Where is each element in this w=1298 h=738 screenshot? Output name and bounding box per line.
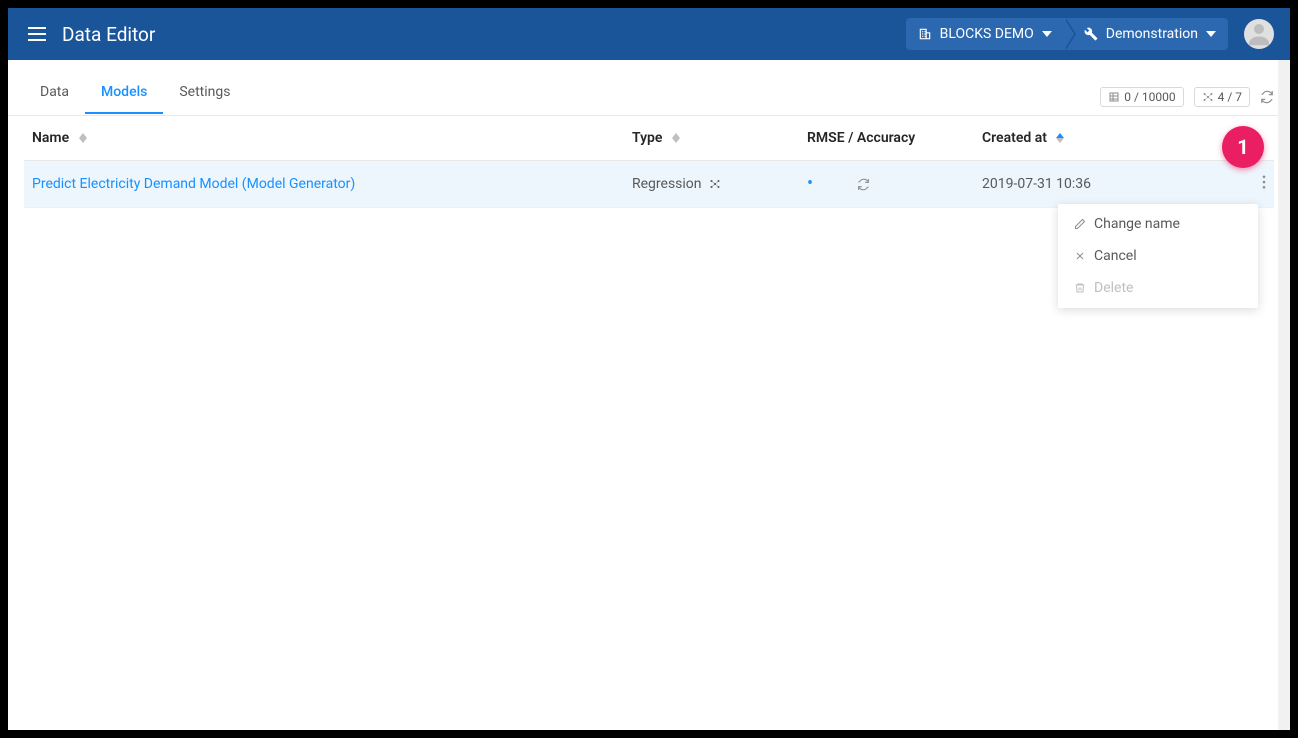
tab-models[interactable]: Models — [85, 84, 163, 114]
app-title: Data Editor — [62, 23, 155, 46]
top-header: Data Editor BLOCKS DEMO Demonstration — [8, 8, 1290, 60]
refresh-icon — [857, 178, 870, 191]
cell-created-at: 2019-07-31 10:36 — [974, 161, 1224, 208]
wrench-icon — [1084, 27, 1098, 41]
close-icon — [1074, 250, 1086, 262]
model-link[interactable]: Predict Electricity Demand Model (Model … — [32, 176, 355, 192]
network-icon — [709, 178, 721, 190]
refresh-icon — [1260, 90, 1274, 104]
caret-down-icon — [1206, 31, 1216, 37]
breadcrumb-subproject-label: Demonstration — [1106, 26, 1198, 42]
cell-actions — [1224, 161, 1274, 208]
breadcrumb-subproject[interactable]: Demonstration — [1064, 18, 1228, 50]
col-name[interactable]: Name — [24, 116, 624, 161]
edit-icon — [1074, 218, 1086, 230]
col-type[interactable]: Type — [624, 116, 799, 161]
trash-icon — [1074, 282, 1086, 294]
table-icon — [1108, 91, 1120, 103]
menu-cancel[interactable]: Cancel — [1058, 240, 1258, 272]
row-menu-button[interactable] — [1232, 175, 1266, 189]
breadcrumb-project-label: BLOCKS DEMO — [940, 26, 1034, 42]
menu-icon[interactable] — [24, 23, 50, 45]
tab-data[interactable]: Data — [24, 84, 85, 114]
network-icon — [1202, 91, 1214, 103]
vertical-scrollbar[interactable] — [1278, 60, 1290, 730]
refresh-button[interactable] — [1260, 90, 1274, 104]
breadcrumb-project[interactable]: BLOCKS DEMO — [906, 18, 1064, 50]
tab-settings[interactable]: Settings — [163, 84, 246, 114]
stat-model-count: 4 / 7 — [1194, 87, 1250, 107]
models-table: Name Type RMSE / Acc — [8, 116, 1290, 208]
cell-type: Regression — [624, 161, 799, 208]
annotation-badge: 1 — [1222, 126, 1264, 168]
col-rmse: RMSE / Accuracy — [799, 116, 974, 161]
col-created-at[interactable]: Created at — [974, 116, 1224, 161]
stat-data-count: 0 / 10000 — [1100, 87, 1183, 107]
tabs: Data Models Settings — [24, 84, 246, 114]
sort-icon — [79, 133, 87, 143]
avatar[interactable] — [1244, 19, 1274, 49]
more-vertical-icon — [1262, 175, 1266, 189]
cell-name: Predict Electricity Demand Model (Model … — [24, 161, 624, 208]
caret-down-icon — [1042, 31, 1052, 37]
row-refresh-button[interactable] — [857, 178, 870, 191]
sort-icon — [1056, 133, 1064, 143]
tabs-row: Data Models Settings 0 / 10000 4 / 7 — [8, 60, 1290, 116]
row-context-menu: Change name Cancel Delete — [1058, 204, 1258, 308]
menu-delete: Delete — [1058, 272, 1258, 304]
sort-icon — [672, 133, 680, 143]
cell-rmse: • — [799, 161, 974, 208]
stats: 0 / 10000 4 / 7 — [1100, 87, 1274, 107]
menu-change-name[interactable]: Change name — [1058, 208, 1258, 240]
breadcrumb: BLOCKS DEMO Demonstration — [906, 18, 1228, 50]
table-row: Predict Electricity Demand Model (Model … — [24, 161, 1274, 208]
building-icon — [918, 27, 932, 41]
